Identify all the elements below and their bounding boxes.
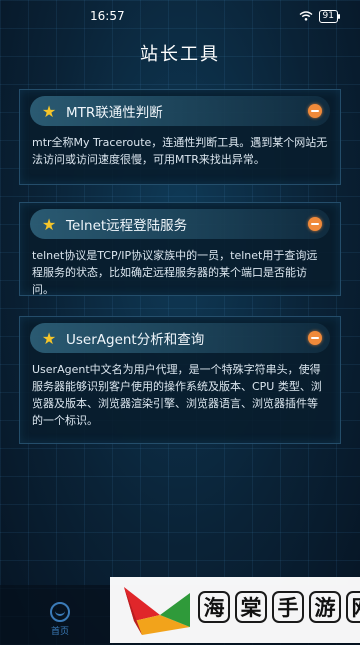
wifi-icon xyxy=(299,11,312,21)
watermark-text: 海 棠 手 游 网 xyxy=(198,591,360,623)
star-icon: ★ xyxy=(41,214,57,234)
watermark-char: 手 xyxy=(272,591,304,623)
watermark-char: 海 xyxy=(198,591,230,623)
page-title: 站长工具 xyxy=(140,44,220,65)
status-time: 16:57 xyxy=(90,9,125,23)
tab-home-label: 首页 xyxy=(50,627,69,637)
watermark-logo: 海 棠 手 游 网 xyxy=(110,577,360,643)
card-title: MTR联通性判断 xyxy=(66,105,163,121)
tool-card-useragent[interactable]: ★ UserAgent分析和查询 UserAgent中文名为用户代理，是一个特殊… xyxy=(19,316,341,444)
toggle-icon[interactable] xyxy=(308,331,322,345)
watermark-mark-icon xyxy=(124,587,190,635)
home-icon xyxy=(50,602,70,622)
battery-level: 91 xyxy=(322,10,334,21)
card-title: UserAgent分析和查询 xyxy=(66,332,205,348)
tab-home[interactable]: 首页 xyxy=(40,602,80,637)
star-icon: ★ xyxy=(41,101,57,121)
card-title: Telnet远程登陆服务 xyxy=(66,218,188,234)
card-description: telnet协议是TCP/IP协议家族中的一员，telnet用于查询远程服务的状… xyxy=(32,249,318,296)
card-header[interactable]: ★ Telnet远程登陆服务 xyxy=(30,209,330,239)
status-bar: 16:57 91 xyxy=(0,0,360,32)
card-header[interactable]: ★ UserAgent分析和查询 xyxy=(30,323,330,353)
card-description: UserAgent中文名为用户代理，是一个特殊字符串头，使得服务器能够识别客户使… xyxy=(32,363,322,427)
battery-icon: 91 xyxy=(318,9,341,23)
status-icons: 91 xyxy=(299,9,341,23)
toggle-icon[interactable] xyxy=(308,217,322,231)
watermark-char: 网 xyxy=(346,591,360,623)
card-description: mtr全称My Traceroute，连通性判断工具。遇到某个网站无法访问或访问… xyxy=(32,136,328,166)
star-icon: ★ xyxy=(41,328,57,348)
watermark-char: 游 xyxy=(309,591,341,623)
card-header[interactable]: ★ MTR联通性判断 xyxy=(30,96,330,126)
tool-card-telnet[interactable]: ★ Telnet远程登陆服务 telnet协议是TCP/IP协议家族中的一员，t… xyxy=(19,202,341,296)
watermark-char: 棠 xyxy=(235,591,267,623)
tool-card-mtr[interactable]: ★ MTR联通性判断 mtr全称My Traceroute，连通性判断工具。遇到… xyxy=(19,89,341,185)
toggle-icon[interactable] xyxy=(308,104,322,118)
